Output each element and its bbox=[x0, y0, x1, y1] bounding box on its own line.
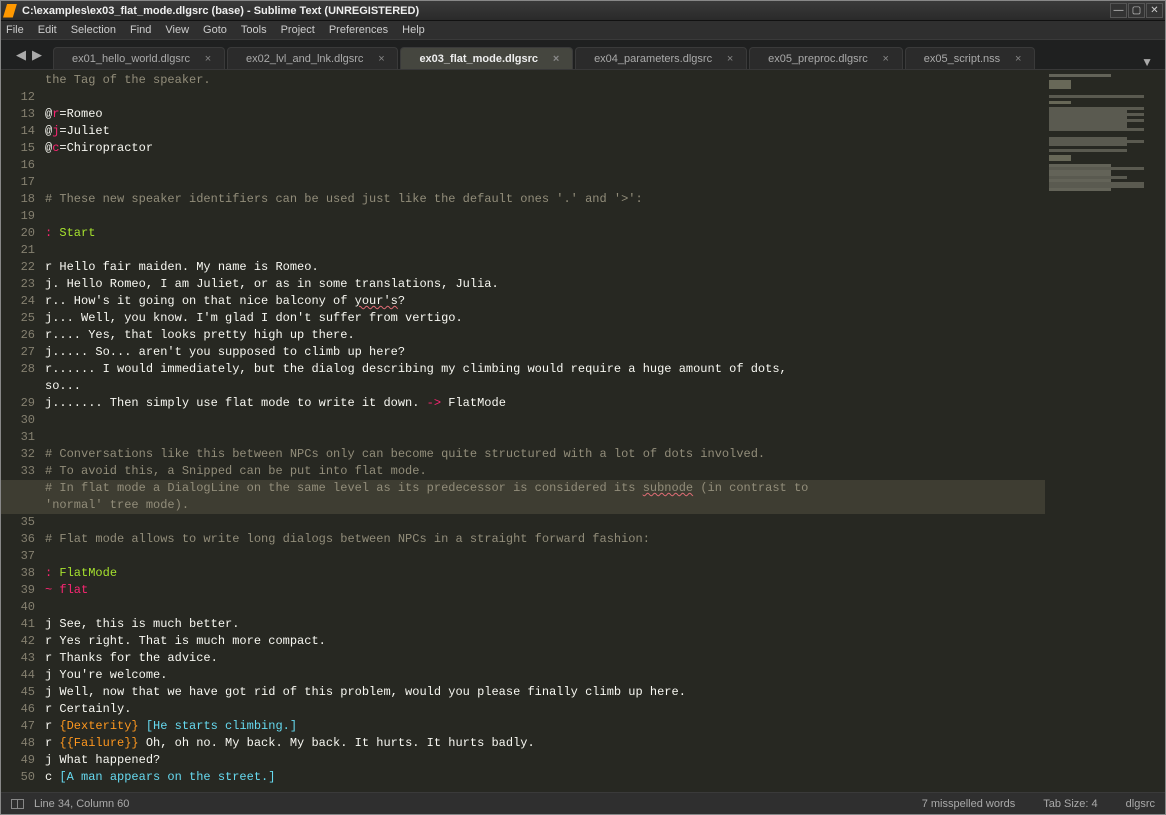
statusbar: Line 34, Column 60 7 misspelled words Ta… bbox=[1, 792, 1165, 814]
code-line[interactable]: j Well, now that we have got rid of this… bbox=[45, 684, 1045, 701]
panel-switch-icon[interactable] bbox=[11, 799, 24, 809]
code-editor[interactable]: the Tag of the speaker. @r=Romeo@j=Julie… bbox=[45, 70, 1045, 792]
close-button[interactable]: ✕ bbox=[1146, 3, 1163, 18]
code-line[interactable]: j..... So... aren't you supposed to clim… bbox=[45, 344, 1045, 361]
code-line[interactable] bbox=[45, 157, 1045, 174]
code-line[interactable] bbox=[45, 599, 1045, 616]
code-line[interactable] bbox=[45, 208, 1045, 225]
code-line[interactable]: r Hello fair maiden. My name is Romeo. bbox=[45, 259, 1045, 276]
tab-ex05_script-nss[interactable]: ex05_script.nss × bbox=[905, 47, 1035, 69]
code-line[interactable] bbox=[45, 242, 1045, 259]
tab-ex01_hello_world-dlgsrc[interactable]: ex01_hello_world.dlgsrc × bbox=[53, 47, 225, 69]
code-line[interactable] bbox=[45, 412, 1045, 429]
code-line[interactable]: @c=Chiropractor bbox=[45, 140, 1045, 157]
code-line[interactable]: : FlatMode bbox=[45, 565, 1045, 582]
code-line[interactable]: r {Dexterity} [He starts climbing.] bbox=[45, 718, 1045, 735]
code-line[interactable]: j... Well, you know. I'm glad I don't su… bbox=[45, 310, 1045, 327]
tab-label: ex03_flat_mode.dlgsrc bbox=[419, 53, 538, 65]
code-line[interactable]: ~ flat bbox=[45, 582, 1045, 599]
tab-label: ex02_lvl_and_lnk.dlgsrc bbox=[246, 53, 363, 65]
code-line[interactable]: r Thanks for the advice. bbox=[45, 650, 1045, 667]
tab-ex04_parameters-dlgsrc[interactable]: ex04_parameters.dlgsrc × bbox=[575, 47, 747, 69]
tab-close-icon[interactable]: × bbox=[880, 53, 892, 65]
code-line[interactable]: # In flat mode a DialogLine on the same … bbox=[1, 480, 1045, 497]
titlebar: C:\examples\ex03_flat_mode.dlgsrc (base)… bbox=[1, 1, 1165, 21]
tab-label: ex05_script.nss bbox=[924, 53, 1000, 65]
menubar: File Edit Selection Find View Goto Tools… bbox=[1, 21, 1165, 40]
maximize-button[interactable]: ▢ bbox=[1128, 3, 1145, 18]
app-icon bbox=[3, 4, 17, 18]
tabbar: ◀ ▶ ex01_hello_world.dlgsrc×ex02_lvl_and… bbox=[1, 40, 1165, 70]
code-line[interactable]: c [A man appears on the street.] bbox=[45, 769, 1045, 786]
menu-find[interactable]: Find bbox=[130, 24, 151, 36]
status-spell[interactable]: 7 misspelled words bbox=[922, 798, 1016, 810]
tab-ex05_preproc-dlgsrc[interactable]: ex05_preproc.dlgsrc × bbox=[749, 47, 903, 69]
history-back-icon[interactable]: ◀ bbox=[16, 47, 26, 63]
menu-tools[interactable]: Tools bbox=[241, 24, 267, 36]
menu-view[interactable]: View bbox=[165, 24, 189, 36]
editor-area: 1213141516171819202122232425262728293031… bbox=[1, 70, 1165, 792]
code-line[interactable]: r Yes right. That is much more compact. bbox=[45, 633, 1045, 650]
window-title: C:\examples\ex03_flat_mode.dlgsrc (base)… bbox=[22, 5, 1109, 17]
code-line[interactable] bbox=[45, 174, 1045, 191]
tab-ex02_lvl_and_lnk-dlgsrc[interactable]: ex02_lvl_and_lnk.dlgsrc × bbox=[227, 47, 398, 69]
menu-edit[interactable]: Edit bbox=[38, 24, 57, 36]
tab-ex03_flat_mode-dlgsrc[interactable]: ex03_flat_mode.dlgsrc × bbox=[400, 47, 573, 69]
menu-project[interactable]: Project bbox=[281, 24, 315, 36]
code-line[interactable]: r Certainly. bbox=[45, 701, 1045, 718]
tab-close-icon[interactable]: × bbox=[724, 53, 736, 65]
code-line[interactable]: # Flat mode allows to write long dialogs… bbox=[45, 531, 1045, 548]
code-line[interactable] bbox=[45, 548, 1045, 565]
code-line[interactable]: r {{Failure}} Oh, oh no. My back. My bac… bbox=[45, 735, 1045, 752]
code-line[interactable] bbox=[45, 89, 1045, 106]
code-line[interactable]: @j=Juliet bbox=[45, 123, 1045, 140]
menu-preferences[interactable]: Preferences bbox=[329, 24, 388, 36]
status-position[interactable]: Line 34, Column 60 bbox=[34, 798, 129, 810]
history-fwd-icon[interactable]: ▶ bbox=[32, 47, 42, 63]
menu-goto[interactable]: Goto bbox=[203, 24, 227, 36]
code-line[interactable]: the Tag of the speaker. bbox=[45, 72, 1045, 89]
menu-selection[interactable]: Selection bbox=[71, 24, 116, 36]
tabs-dropdown-icon[interactable]: ▼ bbox=[1133, 55, 1161, 69]
tab-label: ex05_preproc.dlgsrc bbox=[768, 53, 868, 65]
status-syntax[interactable]: dlgsrc bbox=[1126, 798, 1155, 810]
code-line[interactable]: j....... Then simply use flat mode to wr… bbox=[45, 395, 1045, 412]
tab-label: ex04_parameters.dlgsrc bbox=[594, 53, 712, 65]
code-line[interactable]: @r=Romeo bbox=[45, 106, 1045, 123]
status-tabsize[interactable]: Tab Size: 4 bbox=[1043, 798, 1097, 810]
code-line[interactable]: j See, this is much better. bbox=[45, 616, 1045, 633]
code-line[interactable]: # Conversations like this between NPCs o… bbox=[45, 446, 1045, 463]
code-line[interactable]: j. Hello Romeo, I am Juliet, or as in so… bbox=[45, 276, 1045, 293]
tab-close-icon[interactable]: × bbox=[375, 53, 387, 65]
code-line[interactable]: r.. How's it going on that nice balcony … bbox=[45, 293, 1045, 310]
code-line[interactable] bbox=[45, 514, 1045, 531]
menu-help[interactable]: Help bbox=[402, 24, 425, 36]
code-line[interactable]: # These new speaker identifiers can be u… bbox=[45, 191, 1045, 208]
tab-close-icon[interactable]: × bbox=[202, 53, 214, 65]
code-line[interactable]: r.... Yes, that looks pretty high up the… bbox=[45, 327, 1045, 344]
line-gutter: 1213141516171819202122232425262728293031… bbox=[1, 70, 45, 792]
tab-close-icon[interactable]: × bbox=[1012, 53, 1024, 65]
minimap[interactable] bbox=[1045, 70, 1165, 792]
minimize-button[interactable]: — bbox=[1110, 3, 1127, 18]
code-line[interactable]: r...... I would immediately, but the dia… bbox=[45, 361, 1045, 378]
code-line[interactable]: j You're welcome. bbox=[45, 667, 1045, 684]
code-line[interactable]: j What happened? bbox=[45, 752, 1045, 769]
code-line[interactable] bbox=[45, 429, 1045, 446]
tab-label: ex01_hello_world.dlgsrc bbox=[72, 53, 190, 65]
code-line[interactable]: : Start bbox=[45, 225, 1045, 242]
code-line[interactable]: # To avoid this, a Snipped can be put in… bbox=[45, 463, 1045, 480]
tab-close-icon[interactable]: × bbox=[550, 53, 562, 65]
menu-file[interactable]: File bbox=[6, 24, 24, 36]
